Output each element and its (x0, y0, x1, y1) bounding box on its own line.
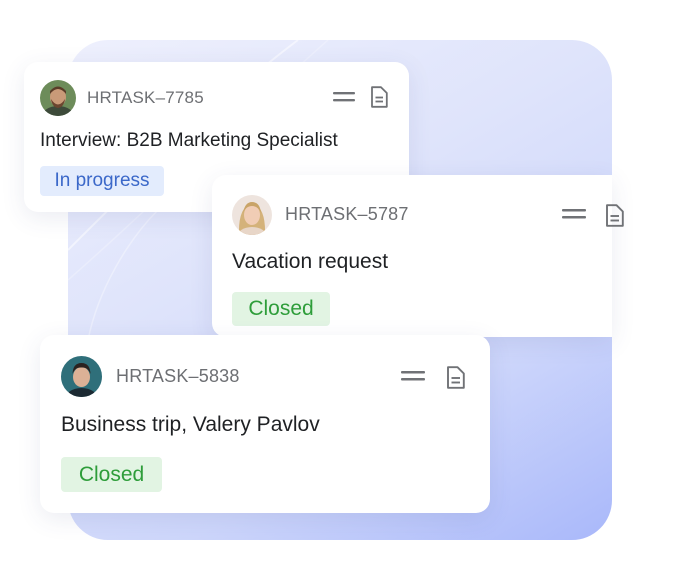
man-dark-hair-avatar (61, 356, 102, 397)
document-icon[interactable] (602, 201, 626, 229)
status-badge: Closed (232, 292, 330, 326)
task-id: HRTASK–7785 (87, 88, 204, 107)
status-badge: Closed (61, 457, 162, 492)
document-icon[interactable] (443, 363, 467, 391)
task-title: Interview: B2B Marketing Specialist (40, 130, 338, 151)
drag-handle-icon[interactable] (399, 365, 427, 387)
task-title: Business trip, Valery Pavlov (61, 413, 320, 436)
drag-handle-icon[interactable] (560, 203, 588, 225)
task-title: Vacation request (232, 250, 389, 273)
woman-blonde-avatar (232, 195, 272, 235)
task-id: HRTASK–5838 (116, 366, 240, 386)
drag-handle-icon[interactable] (331, 86, 357, 108)
man-with-beard-avatar (40, 80, 76, 116)
document-icon[interactable] (368, 84, 390, 110)
status-badge: In progress (40, 166, 164, 196)
task-id: HRTASK–5787 (285, 204, 409, 224)
task-card-hrtask-5838[interactable]: HRTASK–5838 Business trip, Valery Pavlov… (40, 335, 490, 513)
task-card-hrtask-5787[interactable]: HRTASK–5787 Vacation request Closed (212, 175, 624, 337)
